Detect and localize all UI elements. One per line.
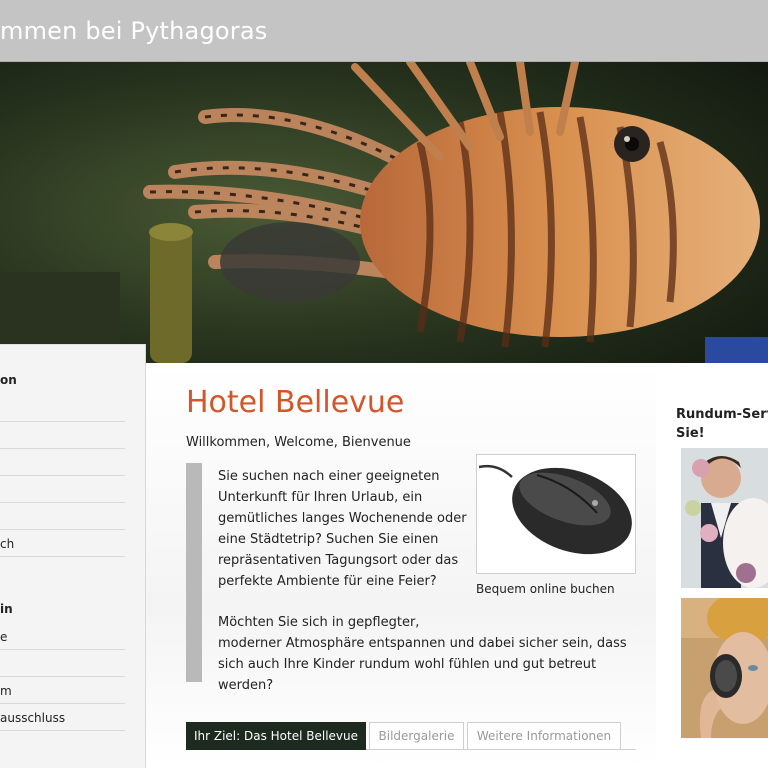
lionfish-image xyxy=(0,62,768,363)
tab-weitere-informationen[interactable]: Weitere Informationen xyxy=(467,722,621,750)
tab-hotel-bellevue[interactable]: Ihr Ziel: Das Hotel Bellevue xyxy=(186,722,366,750)
sidebar-item[interactable] xyxy=(0,476,125,503)
welcome-subtitle: Willkommen, Welcome, Bienvenue xyxy=(186,435,411,450)
online-booking-image[interactable] xyxy=(476,454,636,574)
woman-mirror-image[interactable] xyxy=(681,598,768,738)
wedding-couple-icon xyxy=(681,448,768,588)
right-heading-line2: Sie! xyxy=(676,426,705,441)
second-paragraph: Möchten Sie sich in gepflegter, moderner… xyxy=(218,612,648,696)
sidebar-heading: in xyxy=(0,602,13,616)
sidebar-item[interactable]: e xyxy=(0,623,125,650)
sidebar-item[interactable]: ausschluss xyxy=(0,704,125,731)
hero-banner xyxy=(0,62,768,363)
tab-bildergalerie[interactable]: Bildergalerie xyxy=(369,722,464,750)
second-paragraph-line1: Möchten Sie sich in gepflegter, xyxy=(218,615,420,630)
computer-mouse-icon xyxy=(477,455,635,573)
woman-mirror-icon xyxy=(681,598,768,738)
site-title: mmen bei Pythagoras xyxy=(0,17,268,45)
header-bar: mmen bei Pythagoras xyxy=(0,0,768,62)
content-tabs: Ihr Ziel: Das Hotel Bellevue Bildergaler… xyxy=(186,722,636,750)
sidebar-item[interactable] xyxy=(0,422,125,449)
intro-paragraph: Sie suchen nach einer geeigneten Unterku… xyxy=(218,469,467,589)
page-title: Hotel Bellevue xyxy=(186,385,405,420)
sidebar-item[interactable]: m xyxy=(0,677,125,704)
wedding-image[interactable] xyxy=(681,448,768,588)
second-paragraph-line2: moderner Atmosphäre entspannen und dabei… xyxy=(218,636,627,693)
online-booking-caption[interactable]: Bequem online buchen xyxy=(476,582,615,596)
sidebar-nav: on ch in e m ausschluss xyxy=(0,344,146,768)
sidebar-item[interactable] xyxy=(0,395,125,422)
sidebar-item[interactable] xyxy=(0,449,125,476)
sidebar-item[interactable] xyxy=(0,650,125,677)
blockquote-bar xyxy=(186,463,202,682)
sidebar-item[interactable] xyxy=(0,503,125,530)
right-heading-line1: Rundum-Servic xyxy=(676,407,768,422)
right-column-heading: Rundum-Servic Sie! xyxy=(676,405,768,443)
sidebar-heading: on xyxy=(0,373,17,387)
sidebar-item[interactable]: ch xyxy=(0,530,125,557)
